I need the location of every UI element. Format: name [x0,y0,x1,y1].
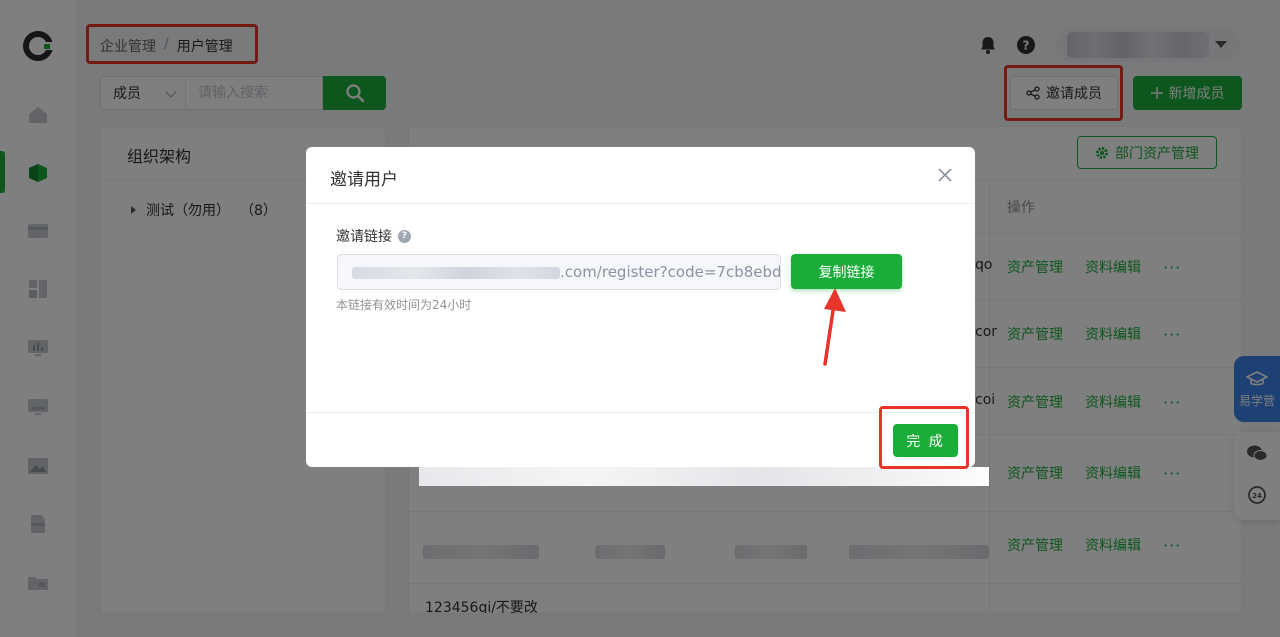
invite-link-label: 邀请链接 [336,229,392,245]
blurred-strip [419,467,989,486]
invite-user-dialog: 邀请用户 邀请链接 ? .com/register?code=7cb8ebd5 … [306,147,975,467]
annotation-arrow [823,288,846,366]
question-icon[interactable]: ? [398,229,411,243]
link-host-blurred [352,267,560,279]
copy-link-label: 复制链接 [818,264,875,281]
invite-link-label-row: 邀请链接 ? [336,226,411,246]
invite-link-field[interactable]: .com/register?code=7cb8ebd5 [337,254,781,290]
done-highlight-box [879,406,969,469]
divider [306,203,975,204]
divider [306,412,975,413]
close-icon[interactable] [936,166,954,184]
link-validity-hint: 本链接有效时间为24小时 [336,298,472,312]
invite-link-value: .com/register?code=7cb8ebd5 [560,263,781,281]
dialog-title: 邀请用户 [330,170,398,190]
